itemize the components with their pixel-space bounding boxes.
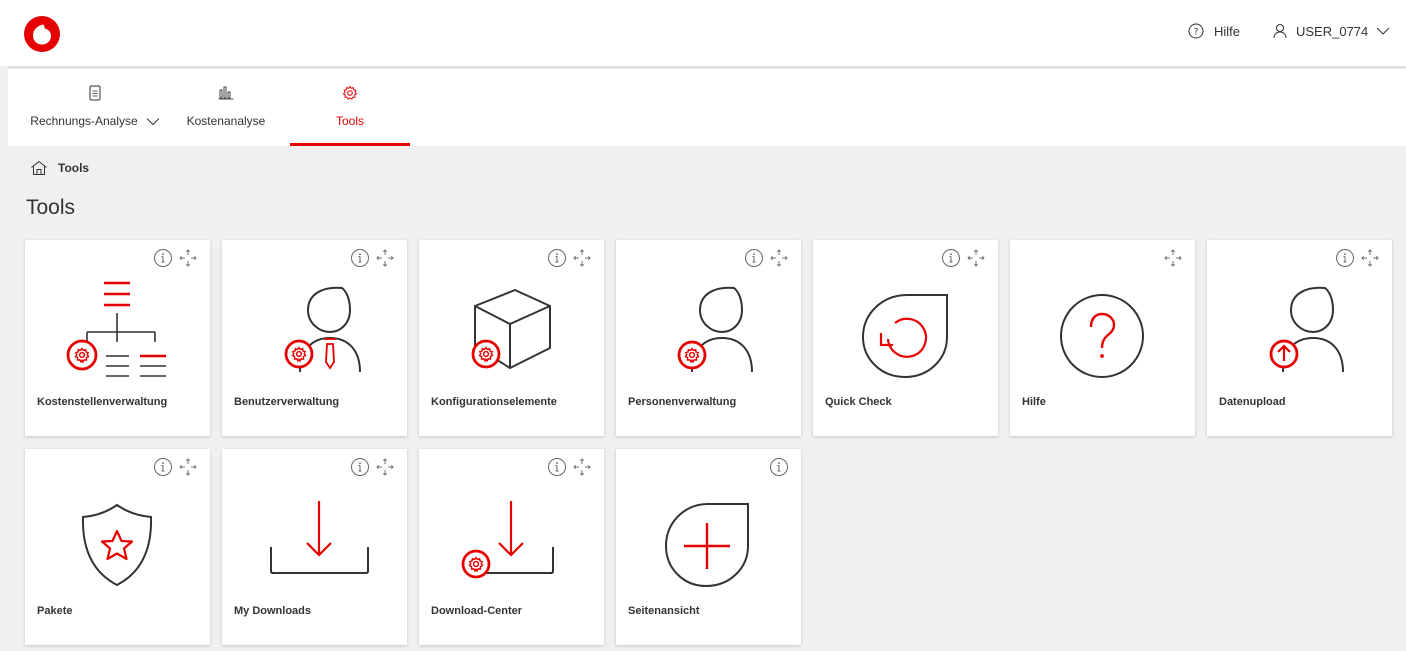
tool-card-seitenansicht[interactable]: Seitenansicht (616, 449, 801, 645)
question-circle-icon: ? (1188, 23, 1204, 39)
tool-card-datenupload[interactable]: Datenupload (1207, 240, 1392, 436)
user-name: USER_0774 (1296, 23, 1369, 39)
card-label: Quick Check (825, 396, 892, 408)
refresh-icon (861, 294, 948, 379)
user-menu[interactable]: USER_0774 (1272, 20, 1390, 42)
download-center-icon (461, 501, 554, 579)
tool-card-my-downloads[interactable]: My Downloads (222, 449, 407, 645)
info-icon[interactable] (153, 457, 173, 477)
config-cube-icon (471, 289, 551, 369)
home-icon[interactable] (30, 160, 48, 176)
top-bar: ? Hilfe USER_0774 (0, 0, 1406, 66)
help-question-icon (1060, 294, 1144, 378)
cost-center-hierarchy-icon (66, 281, 166, 377)
tool-card-benutzerverwaltung[interactable]: Benutzerverwaltung (222, 240, 407, 436)
card-label: Benutzerverwaltung (234, 396, 340, 408)
move-icon[interactable] (375, 248, 395, 268)
tool-card-hilfe[interactable]: Hilfe (1010, 240, 1195, 436)
tool-card-pakete[interactable]: Pakete (25, 449, 210, 645)
invoice-icon (89, 84, 101, 102)
tool-card-konfigurationselemente[interactable]: Konfigurationselemente (419, 240, 604, 436)
tab-label: Rechnungs-Analyse (30, 114, 138, 128)
tab-rechnungs-analyse[interactable]: Rechnungs-Analyse (30, 69, 160, 146)
move-icon[interactable] (178, 248, 198, 268)
bar-chart-icon (218, 84, 234, 102)
gear-icon (342, 84, 358, 102)
info-icon[interactable] (153, 248, 173, 268)
move-icon[interactable] (375, 457, 395, 477)
move-icon[interactable] (178, 457, 198, 477)
help-link[interactable]: ? Hilfe (1188, 20, 1240, 42)
upload-person-icon (1269, 286, 1344, 373)
move-icon[interactable] (769, 248, 789, 268)
plus-drop-icon (664, 503, 749, 588)
tool-card-download-center[interactable]: Download-Center (419, 449, 604, 645)
star-shield-icon (81, 503, 153, 587)
card-label: My Downloads (234, 605, 312, 617)
info-icon[interactable] (941, 248, 961, 268)
person-admin-icon (677, 286, 753, 373)
card-label: Personenverwaltung (628, 396, 737, 408)
info-icon[interactable] (547, 248, 567, 268)
card-label: Hilfe (1022, 396, 1046, 408)
breadcrumb: Tools (30, 160, 89, 176)
info-icon[interactable] (350, 248, 370, 268)
move-icon[interactable] (1360, 248, 1380, 268)
chevron-down-icon (146, 117, 160, 125)
user-icon (1273, 24, 1287, 39)
tool-card-personenverwaltung[interactable]: Personenverwaltung (616, 240, 801, 436)
main-navigation: Rechnungs-Analyse Kostenanalyse Tools (8, 69, 1406, 146)
tab-kostenanalyse[interactable]: Kostenanalyse (181, 69, 271, 146)
move-icon[interactable] (966, 248, 986, 268)
info-icon[interactable] (350, 457, 370, 477)
card-label: Kostenstellenverwaltung (37, 396, 168, 408)
info-icon[interactable] (1335, 248, 1355, 268)
info-icon[interactable] (744, 248, 764, 268)
move-icon[interactable] (1163, 248, 1183, 268)
help-label: Hilfe (1214, 23, 1241, 39)
user-admin-icon (284, 286, 361, 373)
chevron-down-icon (1376, 27, 1390, 35)
card-label: Konfigurationselemente (431, 396, 557, 408)
move-icon[interactable] (572, 457, 592, 477)
info-icon[interactable] (769, 457, 789, 477)
svg-text:?: ? (1194, 28, 1199, 38)
move-icon[interactable] (572, 248, 592, 268)
card-label: Download-Center (431, 605, 523, 617)
tool-card-kostenstellenverwaltung[interactable]: Kostenstellenverwaltung (25, 240, 210, 436)
tab-label: Tools (335, 114, 364, 128)
info-icon[interactable] (547, 457, 567, 477)
breadcrumb-current: Tools (58, 161, 90, 175)
tab-tools[interactable]: Tools (290, 69, 410, 146)
card-label: Seitenansicht (628, 605, 700, 617)
card-label: Datenupload (1219, 396, 1286, 408)
download-icon (270, 501, 369, 574)
page-title: Tools (26, 196, 76, 219)
tab-label: Kostenanalyse (186, 114, 266, 128)
vodafone-logo[interactable] (24, 16, 60, 52)
card-label: Pakete (37, 605, 73, 617)
tool-card-quick-check[interactable]: Quick Check (813, 240, 998, 436)
